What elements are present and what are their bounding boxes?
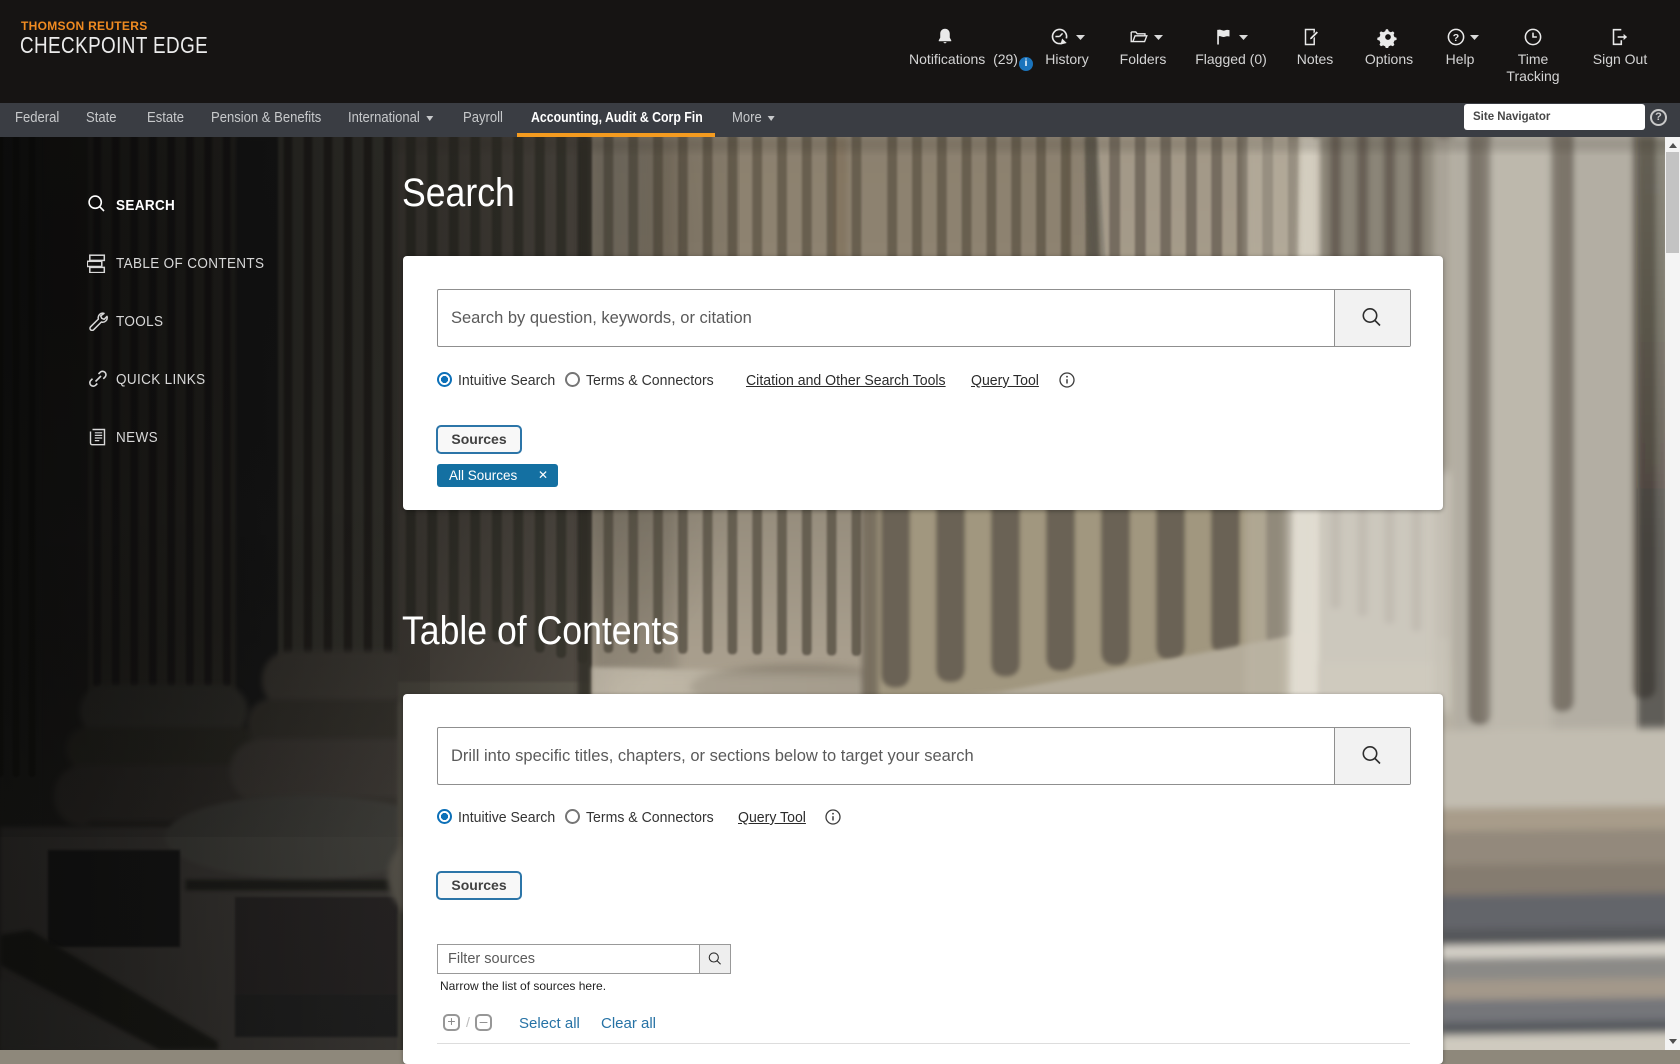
svg-text:?: ? [1453, 32, 1459, 44]
